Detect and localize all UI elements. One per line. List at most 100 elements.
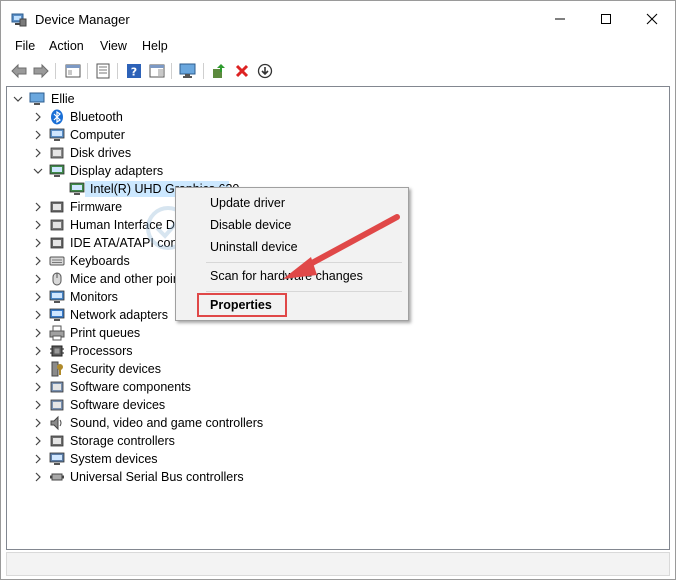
printer-icon xyxy=(49,325,65,341)
toolbar-separator xyxy=(87,63,88,79)
chevron-right-icon[interactable] xyxy=(33,328,43,338)
processor-icon xyxy=(49,343,65,359)
tree-item-label: Computer xyxy=(70,128,125,142)
help-icon[interactable]: ? xyxy=(124,61,144,81)
tree-item-label: Display adapters xyxy=(70,164,164,178)
chevron-right-icon[interactable] xyxy=(33,274,43,284)
tree-category-item[interactable]: System devices xyxy=(7,450,667,468)
annotation-arrow-icon xyxy=(283,214,400,279)
tree-item-label: Firmware xyxy=(70,200,123,214)
keyboard-icon xyxy=(49,253,65,269)
menu-action[interactable]: Action xyxy=(49,39,84,53)
close-button[interactable] xyxy=(629,1,675,37)
chevron-right-icon[interactable] xyxy=(33,436,43,446)
hid-icon xyxy=(49,217,65,233)
monitor-icon xyxy=(49,289,65,305)
tree-item-label: Universal Serial Bus controllers xyxy=(70,470,244,484)
menu-view[interactable]: View xyxy=(100,39,127,53)
tree-category-item[interactable]: Bluetooth xyxy=(7,108,667,126)
tree-item-label: Processors xyxy=(70,344,133,358)
menu-help[interactable]: Help xyxy=(142,39,168,53)
tree-category-item[interactable]: Processors xyxy=(7,342,667,360)
chevron-right-icon[interactable] xyxy=(33,364,43,374)
tree-item-label: Mice and other poir xyxy=(70,272,178,286)
bluetooth-icon xyxy=(49,109,65,125)
computer-root-icon xyxy=(29,91,45,107)
tree-category-item[interactable]: Sound, video and game controllers xyxy=(7,414,667,432)
tree-category-item[interactable]: Universal Serial Bus controllers xyxy=(7,468,667,486)
tree-item-label: System devices xyxy=(70,452,158,466)
scan-hardware-monitor-icon[interactable] xyxy=(178,61,198,81)
device-manager-app-icon xyxy=(11,11,27,27)
tree-category-item[interactable]: Print queues xyxy=(7,324,667,342)
network-adapter-icon xyxy=(49,307,65,323)
tree-item-label: Human Interface De xyxy=(70,218,182,232)
tree-category-item[interactable]: Display adapters xyxy=(7,162,667,180)
chevron-right-icon[interactable] xyxy=(33,472,43,482)
tree-item-label: Keyboards xyxy=(70,254,130,268)
properties-highlight-box xyxy=(197,293,287,317)
status-bar xyxy=(6,552,670,576)
tree-category-item[interactable]: Computer xyxy=(7,126,667,144)
svg-text:?: ? xyxy=(131,66,137,79)
chevron-down-icon[interactable] xyxy=(33,166,43,176)
tree-item-label: Monitors xyxy=(70,290,118,304)
tree-root-label: Ellie xyxy=(51,92,75,106)
tree-item-label: Sound, video and game controllers xyxy=(70,416,264,430)
tree-item-label: Software components xyxy=(70,380,191,394)
toolbar: ? xyxy=(1,59,675,83)
tree-category-item[interactable]: Security devices xyxy=(7,360,667,378)
minimize-button[interactable] xyxy=(537,1,583,37)
enable-device-icon[interactable] xyxy=(255,61,275,81)
back-arrow-icon[interactable] xyxy=(9,61,29,81)
uninstall-device-icon[interactable] xyxy=(232,61,252,81)
toolbar-separator xyxy=(203,63,204,79)
tree-category-item[interactable]: Storage controllers xyxy=(7,432,667,450)
menu-bar: File Action View Help xyxy=(1,37,675,57)
title-bar: Device Manager xyxy=(1,1,675,37)
software-component-icon xyxy=(49,379,65,395)
action-pane-icon[interactable] xyxy=(147,61,167,81)
tree-category-item[interactable]: Disk drives xyxy=(7,144,667,162)
tree-item-label: Storage controllers xyxy=(70,434,175,448)
menu-file[interactable]: File xyxy=(15,39,35,53)
tree-category-item[interactable]: Software devices xyxy=(7,396,667,414)
chevron-right-icon[interactable] xyxy=(33,202,43,212)
chevron-right-icon[interactable] xyxy=(33,238,43,248)
security-device-icon xyxy=(49,361,65,377)
properties-icon[interactable] xyxy=(93,61,113,81)
chevron-right-icon[interactable] xyxy=(33,112,43,122)
maximize-button[interactable] xyxy=(583,1,629,37)
storage-controller-icon xyxy=(49,433,65,449)
chevron-right-icon[interactable] xyxy=(33,148,43,158)
toolbar-separator xyxy=(117,63,118,79)
chevron-right-icon[interactable] xyxy=(33,382,43,392)
chevron-right-icon[interactable] xyxy=(33,400,43,410)
chevron-right-icon[interactable] xyxy=(33,418,43,428)
forward-arrow-icon[interactable] xyxy=(31,61,51,81)
mouse-icon xyxy=(49,271,65,287)
update-driver-icon[interactable] xyxy=(209,61,229,81)
chevron-right-icon[interactable] xyxy=(33,454,43,464)
tree-item-label: Network adapters xyxy=(70,308,168,322)
tree-category-item[interactable]: Software components xyxy=(7,378,667,396)
chevron-right-icon[interactable] xyxy=(33,346,43,356)
tree-item-label: Security devices xyxy=(70,362,162,376)
chevron-right-icon[interactable] xyxy=(33,130,43,140)
tree-item-label: IDE ATA/ATAPI contr xyxy=(70,236,186,250)
tree-item-label: Software devices xyxy=(70,398,166,412)
window-title: Device Manager xyxy=(35,12,130,27)
chevron-down-icon[interactable] xyxy=(13,94,23,104)
show-hide-console-tree-icon[interactable] xyxy=(63,61,83,81)
chevron-right-icon[interactable] xyxy=(33,310,43,320)
toolbar-separator xyxy=(171,63,172,79)
chevron-right-icon[interactable] xyxy=(33,220,43,230)
system-device-icon xyxy=(49,451,65,467)
display-adapter-icon xyxy=(69,181,85,197)
tree-item-label: Disk drives xyxy=(70,146,132,160)
sound-icon xyxy=(49,415,65,431)
chevron-right-icon[interactable] xyxy=(33,256,43,266)
context-menu-separator xyxy=(206,291,402,292)
toolbar-separator xyxy=(55,63,56,79)
chevron-right-icon[interactable] xyxy=(33,292,43,302)
